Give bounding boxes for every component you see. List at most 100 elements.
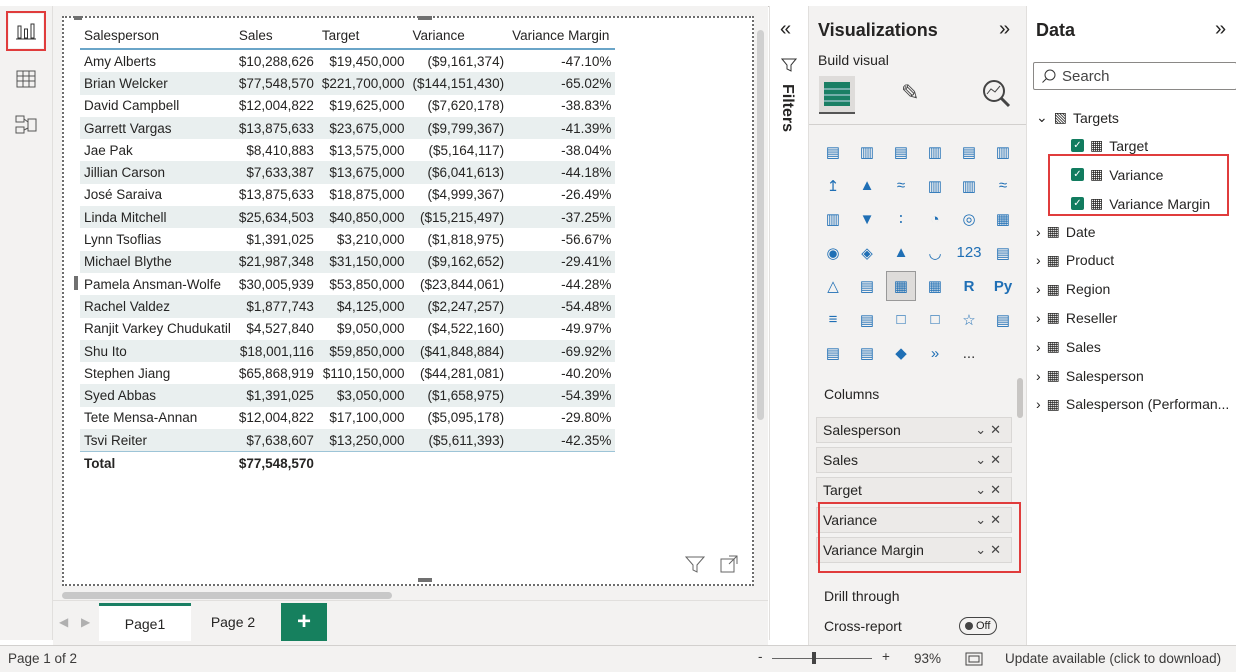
scatter-icon[interactable]: ∶ <box>887 205 915 233</box>
ribbon-chart-icon[interactable]: ≈ <box>989 172 1017 200</box>
matrix-icon[interactable]: ▦ <box>921 272 949 300</box>
resize-handle[interactable] <box>418 578 432 582</box>
r-visual-icon[interactable]: R <box>955 272 983 300</box>
pie-chart-icon[interactable]: ◔ <box>921 205 949 233</box>
column-well[interactable]: Salesperson ⌄✕ <box>816 417 1012 443</box>
column-header[interactable]: Sales <box>234 22 318 50</box>
filter-icon[interactable] <box>684 554 706 574</box>
table-row[interactable]: Rachel Valdez $1,877,743 $4,125,000 ($2,247… <box>80 295 616 318</box>
expand-icon[interactable]: » <box>999 18 1010 41</box>
pane-scrollbar[interactable] <box>1017 378 1023 418</box>
zoom-slider[interactable] <box>772 658 872 659</box>
tree-table-targets[interactable]: ⌄ ▧ Targets <box>1036 109 1119 126</box>
filters-pane[interactable]: « Filters <box>769 6 808 640</box>
tree-table[interactable]: › ▦ Region <box>1036 281 1110 298</box>
area-chart-icon[interactable]: ▲ <box>853 172 881 200</box>
filled-map-icon[interactable]: ◈ <box>853 239 881 267</box>
table-row[interactable]: Syed Abbas $1,391,025 $3,050,000 ($1,658,97… <box>80 384 616 407</box>
table-view-button[interactable] <box>9 62 43 96</box>
multirow-card-icon[interactable]: ▤ <box>989 239 1017 267</box>
stacked-column-icon[interactable]: ▥ <box>853 138 881 166</box>
prev-page-icon[interactable]: ◀ <box>59 615 68 629</box>
map-icon[interactable]: ◉ <box>819 239 847 267</box>
tree-table[interactable]: › ▦ Date <box>1036 223 1095 240</box>
expand-icon[interactable]: » <box>1215 18 1226 41</box>
column-header[interactable]: Variance Margin <box>508 22 616 50</box>
column-well[interactable]: Target ⌄✕ <box>816 477 1012 503</box>
chevron-close-icon[interactable]: ⌄✕ <box>975 422 1005 438</box>
table-row[interactable]: Stephen Jiang $65,868,919 $110,150,000 ($44… <box>80 362 615 384</box>
goals-icon[interactable]: ☆ <box>955 306 983 334</box>
paginated-report-icon[interactable]: ▤ <box>989 306 1017 334</box>
column-header[interactable]: Salesperson <box>80 22 235 50</box>
build-visual-tab[interactable] <box>819 76 855 114</box>
zoom-slider-thumb[interactable] <box>812 652 816 664</box>
table-row[interactable]: Linda Mitchell $25,634,503 $40,850,000 ($15… <box>80 206 616 229</box>
line-stacked-column-icon[interactable]: ▥ <box>955 172 983 200</box>
table-row[interactable]: Michael Blythe $21,987,348 $31,150,000 ($9,… <box>80 250 616 273</box>
checkbox-checked-icon[interactable]: ✓ <box>1071 139 1084 152</box>
stacked-area-icon[interactable]: ≈ <box>887 172 915 200</box>
tree-table[interactable]: › ▦ Salesperson (Performan... <box>1036 396 1229 413</box>
100-bar-icon[interactable]: ▤ <box>955 138 983 166</box>
resize-handle[interactable] <box>74 16 82 20</box>
chevron-close-icon[interactable]: ⌄✕ <box>975 482 1005 498</box>
tree-field[interactable]: ✓ ▦ Target <box>1071 137 1148 154</box>
model-view-button[interactable] <box>9 108 43 142</box>
table-row[interactable]: Tsvi Reiter $7,638,607 $13,250,000 ($5,611,… <box>80 429 616 452</box>
tab-page2[interactable]: Page 2 <box>193 603 273 641</box>
table-row[interactable]: Lynn Tsoflias $1,391,025 $3,210,000 ($1,818… <box>80 228 615 250</box>
chevron-right-icon[interactable]: › <box>1036 339 1041 355</box>
tab-page1[interactable]: Page1 <box>99 603 191 641</box>
table-row[interactable]: Brian Welcker $77,548,570 $221,700,000 ($14… <box>80 72 616 95</box>
add-page-button[interactable]: + <box>281 603 327 641</box>
collapse-filters-icon[interactable]: « <box>780 18 791 41</box>
more-visuals-icon[interactable]: ... <box>955 339 983 367</box>
column-well[interactable]: Sales ⌄✕ <box>816 447 1012 473</box>
table-row[interactable]: Jae Pak $8,410,883 $13,575,000 ($5,164,117)… <box>80 139 615 161</box>
chevron-right-icon[interactable]: › <box>1036 310 1041 326</box>
qa-icon[interactable]: □ <box>887 306 915 334</box>
fit-to-page-icon[interactable] <box>964 651 984 667</box>
update-available-link[interactable]: Update available (click to download) <box>1005 651 1221 666</box>
table-row[interactable]: Pamela Ansman-Wolfe $30,005,939 $53,850,00… <box>80 273 615 295</box>
resize-handle[interactable] <box>418 16 432 20</box>
funnel-icon[interactable]: ▼ <box>853 205 881 233</box>
vertical-scrollbar[interactable] <box>757 30 764 420</box>
line-chart-icon[interactable]: ↥ <box>819 172 847 200</box>
key-influencers-icon[interactable]: ≡ <box>819 306 847 334</box>
tree-table[interactable]: › ▦ Sales <box>1036 338 1101 355</box>
line-column-icon[interactable]: ▥ <box>921 172 949 200</box>
tree-table[interactable]: › ▦ Salesperson <box>1036 367 1144 384</box>
column-header[interactable]: Variance <box>408 22 509 50</box>
tree-table[interactable]: › ▦ Reseller <box>1036 309 1117 326</box>
table-row[interactable]: Garrett Vargas $13,875,633 $23,675,000 ($9,… <box>80 116 616 140</box>
chevron-right-icon[interactable]: › <box>1036 224 1041 240</box>
analytics-icon[interactable] <box>981 78 1011 108</box>
cross-report-toggle[interactable]: Off <box>959 617 997 635</box>
slicer-icon[interactable]: ▤ <box>853 272 881 300</box>
power-automate-chevron-icon[interactable]: » <box>921 339 949 367</box>
clustered-column-icon[interactable]: ▥ <box>921 138 949 166</box>
chevron-right-icon[interactable]: › <box>1036 281 1041 297</box>
power-automate-icon[interactable]: ▤ <box>853 339 881 367</box>
column-header[interactable]: Target <box>317 22 409 50</box>
python-visual-icon[interactable]: Py <box>989 272 1017 300</box>
chevron-right-icon[interactable]: › <box>1036 396 1041 412</box>
kpi-icon[interactable]: △ <box>819 272 847 300</box>
table-icon[interactable]: ▦ <box>886 271 916 301</box>
100-column-icon[interactable]: ▥ <box>989 138 1017 166</box>
clustered-bar-icon[interactable]: ▤ <box>887 138 915 166</box>
treemap-icon[interactable]: ▦ <box>989 205 1017 233</box>
zoom-out-button[interactable]: - <box>758 649 763 664</box>
table-row[interactable]: Shu Ito $18,001,116 $59,850,000 ($41,848,88… <box>80 339 616 363</box>
search-field[interactable]: Search <box>1033 62 1236 90</box>
power-apps-icon[interactable]: ▤ <box>819 339 847 367</box>
stacked-bar-icon[interactable]: ▤ <box>819 138 847 166</box>
chevron-right-icon[interactable]: › <box>1036 252 1041 268</box>
chevron-down-icon[interactable]: ⌄ <box>1036 109 1048 126</box>
azure-map-icon[interactable]: ▲ <box>887 239 915 267</box>
report-view-button[interactable] <box>6 11 46 51</box>
narrative-icon[interactable]: □ <box>921 306 949 334</box>
resize-handle[interactable] <box>74 276 78 290</box>
